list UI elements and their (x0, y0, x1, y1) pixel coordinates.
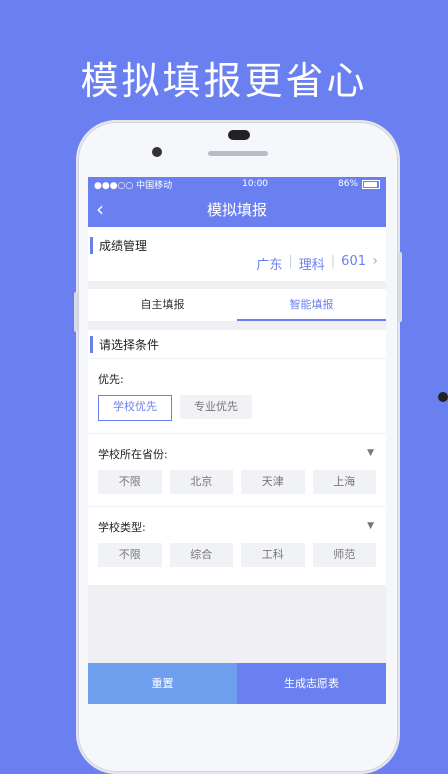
score-card[interactable]: 成绩管理 广东 | 理科 | 601 › (88, 227, 386, 281)
bottom-action-bar: 重置 生成志愿表 (88, 663, 386, 704)
conditions-header: 请选择条件 (88, 330, 386, 359)
phone-camera (152, 147, 162, 157)
clock: 10:00 (242, 179, 269, 189)
province-option[interactable]: 天津 (241, 470, 305, 494)
reset-button[interactable]: 重置 (88, 663, 237, 704)
score-province: 广东 (256, 258, 283, 273)
option-school-first[interactable]: 学校优先 (98, 395, 172, 421)
status-right: 86% (338, 179, 380, 189)
back-icon[interactable]: ‹ (96, 197, 104, 221)
school-type-option[interactable]: 不限 (98, 543, 162, 567)
tab-smart[interactable]: 智能填报 (237, 289, 386, 321)
priority-label: 优先: (98, 373, 124, 386)
app-screen: ●●●○○ 中国移动 10:00 86% ‹ 模拟填报 成绩管理 广东 | 理科… (88, 177, 386, 704)
page-indicator-dot (438, 392, 448, 402)
phone-speaker (208, 151, 268, 156)
tab-manual[interactable]: 自主填报 (88, 289, 237, 321)
score-summary: 广东 | 理科 | 601 (256, 254, 366, 273)
dropdown-arrow-icon[interactable]: ▼ (367, 448, 374, 458)
battery-icon (362, 179, 380, 189)
score-subject: 理科 (298, 258, 325, 273)
phone-frame: ●●●○○ 中国移动 10:00 86% ‹ 模拟填报 成绩管理 广东 | 理科… (74, 120, 402, 774)
fill-mode-tabs: 自主填报 智能填报 (88, 289, 386, 322)
status-bar: ●●●○○ 中国移动 10:00 86% (88, 177, 386, 191)
conditions-panel: 请选择条件 优先: 学校优先 专业优先 学校所在省份: ▼ 不限 北京 天津 上… (88, 330, 386, 585)
school-type-option[interactable]: 综合 (169, 543, 233, 567)
battery-percent: 86% (337, 179, 358, 189)
province-option[interactable]: 上海 (312, 470, 376, 494)
priority-group: 优先: 学校优先 专业优先 (88, 359, 386, 434)
generate-button[interactable]: 生成志愿表 (237, 663, 386, 704)
page-title: 模拟填报 (206, 200, 267, 219)
province-option[interactable]: 北京 (169, 470, 233, 494)
score-section-title: 成绩管理 (90, 237, 147, 254)
phone-earpiece (228, 130, 250, 140)
headline: 模拟填报更省心 (80, 59, 368, 103)
school-type-group: 学校类型: ▼ 不限 综合 工科 师范 (88, 507, 386, 579)
school-type-option[interactable]: 工科 (241, 543, 305, 567)
chevron-right-icon: › (372, 253, 378, 269)
dropdown-arrow-icon[interactable]: ▼ (367, 521, 374, 531)
province-option[interactable]: 不限 (98, 470, 162, 494)
phone-power-button (398, 252, 402, 322)
province-group: 学校所在省份: ▼ 不限 北京 天津 上海 (88, 434, 386, 507)
score-points: 601 (341, 254, 366, 269)
nav-bar: ‹ 模拟填报 (88, 191, 386, 227)
province-label: 学校所在省份: (98, 448, 168, 461)
option-major-first[interactable]: 专业优先 (180, 395, 252, 419)
conditions-title: 请选择条件 (90, 335, 159, 353)
phone-volume-button (74, 292, 78, 332)
carrier: ●●●○○ 中国移动 (94, 180, 173, 191)
school-type-option[interactable]: 师范 (312, 543, 376, 567)
school-type-label: 学校类型: (98, 521, 146, 534)
